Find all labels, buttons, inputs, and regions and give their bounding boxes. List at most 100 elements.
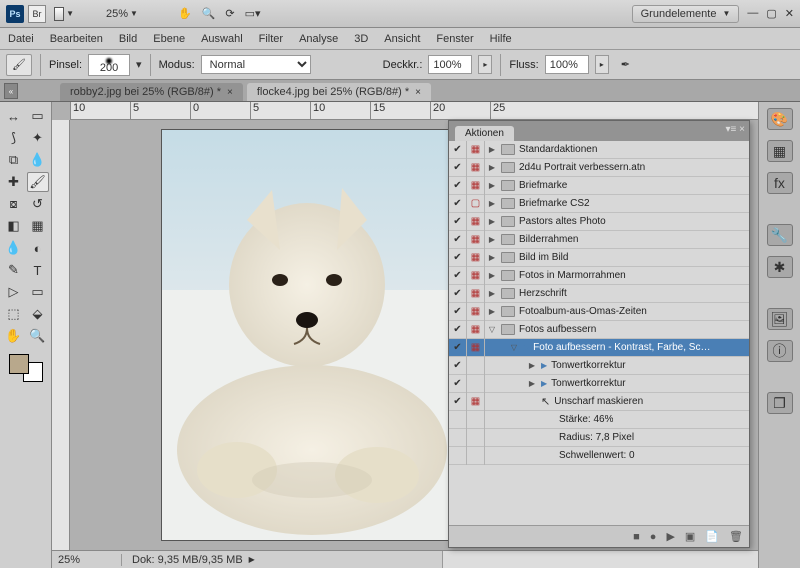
flow-field[interactable]: 100% (545, 55, 589, 74)
masks-panel-icon[interactable]: ✱ (767, 256, 793, 278)
action-row[interactable]: ✔▦▽Fotos aufbessern (449, 321, 749, 339)
eraser-tool[interactable]: ◧ (3, 216, 25, 236)
action-row[interactable]: ✔▦▶Herzschrift (449, 285, 749, 303)
toggle-checkbox[interactable] (449, 447, 467, 465)
dialog-toggle[interactable]: ▦ (467, 267, 485, 285)
record-icon[interactable]: ● (650, 531, 657, 543)
action-row[interactable]: ✔▦▶Bild im Bild (449, 249, 749, 267)
maximize-icon[interactable]: ▢ (766, 7, 776, 20)
dialog-toggle[interactable] (467, 357, 485, 375)
toggle-checkbox[interactable]: ✔ (449, 177, 467, 195)
lasso-tool[interactable]: ⟆ (3, 128, 25, 148)
expand-arrow-icon[interactable]: ▶ (487, 235, 497, 244)
crop-tool[interactable]: ⧉ (3, 150, 25, 170)
action-row[interactable]: ✔▦▶2d4u Portrait verbessern.atn (449, 159, 749, 177)
stop-record-icon[interactable]: ■ (633, 531, 640, 543)
mode-select[interactable]: Normal (201, 55, 311, 74)
brush-tool[interactable]: 🖌 (27, 172, 49, 192)
action-row[interactable]: ✔▦▽▶Foto aufbessern - Kontrast, Farbe, S… (449, 339, 749, 357)
blur-tool[interactable]: 💧 (3, 238, 25, 258)
action-row[interactable]: ✔▦▶Fotos in Marmorrahmen (449, 267, 749, 285)
dialog-toggle[interactable]: ▦ (467, 285, 485, 303)
expand-arrow-icon[interactable]: ▶ (487, 145, 497, 154)
gradient-tool[interactable]: ▦ (27, 216, 49, 236)
swatches-panel-icon[interactable]: ▦ (767, 140, 793, 162)
tab-handle[interactable]: « (4, 83, 18, 99)
expand-arrow-icon[interactable]: ▶ (487, 199, 497, 208)
close-icon[interactable]: ✕ (785, 7, 794, 20)
doc-tab-robby2[interactable]: robby2.jpg bei 25% (RGB/8#) *× (60, 83, 243, 101)
panel-menu-icon[interactable]: ▾≡ × (726, 124, 745, 135)
hand-tool[interactable]: ✋ (3, 326, 25, 346)
bridge-icon[interactable]: Br (28, 5, 46, 23)
type-tool[interactable]: T (27, 260, 49, 280)
stamp-tool[interactable]: ⧇ (3, 194, 25, 214)
menu-hilfe[interactable]: Hilfe (490, 33, 512, 45)
expand-arrow-icon[interactable]: ▶ (487, 163, 497, 172)
actions-panel-header[interactable]: Aktionen ▾≡ × (449, 121, 749, 141)
toggle-checkbox[interactable]: ✔ (449, 321, 467, 339)
dialog-toggle[interactable]: ▦ (467, 141, 485, 159)
menu-datei[interactable]: Datei (8, 33, 34, 45)
pen-tool[interactable]: ✎ (3, 260, 25, 280)
dialog-toggle[interactable]: ▦ (467, 177, 485, 195)
path-tool[interactable]: ▷ (3, 282, 25, 302)
airbrush-icon[interactable]: ✒ (621, 58, 630, 71)
adjustments-panel-icon[interactable]: 🔧 (767, 224, 793, 246)
screen-mode-icon[interactable]: ▭▾ (245, 7, 261, 20)
dialog-toggle[interactable]: ▦ (467, 303, 485, 321)
dialog-toggle[interactable] (467, 447, 485, 465)
dodge-tool[interactable]: ◐ (27, 238, 49, 258)
workspace-selector[interactable]: Grundelemente▼ (632, 5, 740, 23)
dialog-toggle[interactable] (467, 429, 485, 447)
toggle-checkbox[interactable]: ✔ (449, 249, 467, 267)
heal-tool[interactable]: ✚ (3, 172, 25, 192)
expand-arrow-icon[interactable]: ▶ (487, 271, 497, 280)
horizontal-scrollbar[interactable] (442, 551, 800, 568)
zoom-tool[interactable]: 🔍 (27, 326, 49, 346)
zoom-tool-icon[interactable]: 🔍 (202, 7, 216, 20)
action-row[interactable]: ✔▦▶Bilderrahmen (449, 231, 749, 249)
toggle-checkbox[interactable]: ✔ (449, 159, 467, 177)
expand-arrow-icon[interactable]: ▽ (509, 343, 519, 352)
dialog-toggle[interactable] (467, 411, 485, 429)
tool-preset-icon[interactable]: 🖌 (6, 54, 32, 76)
wand-tool[interactable]: ✦ (27, 128, 49, 148)
opacity-arrow[interactable]: ▸ (478, 55, 492, 74)
filmstrip-button[interactable]: ▼ (54, 5, 74, 23)
dialog-toggle[interactable]: ▢ (467, 195, 485, 213)
menu-fenster[interactable]: Fenster (436, 33, 473, 45)
3d-camera-tool[interactable]: ⬙ (27, 304, 49, 324)
action-row[interactable]: Stärke: 46% (449, 411, 749, 429)
expand-arrow-icon[interactable]: ▶ (527, 361, 537, 370)
toggle-checkbox[interactable]: ✔ (449, 231, 467, 249)
color-swatch[interactable] (9, 354, 43, 382)
menu-analyse[interactable]: Analyse (299, 33, 338, 45)
doc-tab-flocke4[interactable]: flocke4.jpg bei 25% (RGB/8#) *× (247, 83, 431, 101)
opacity-field[interactable]: 100% (428, 55, 472, 74)
marquee-tool[interactable]: ▭ (27, 106, 49, 126)
brush-preview[interactable]: 200 (88, 54, 130, 76)
action-row[interactable]: ✔▶▶Tonwertkorrektur (449, 357, 749, 375)
action-row[interactable]: ✔▦↖Unscharf maskieren (449, 393, 749, 411)
expand-arrow-icon[interactable]: ▶ (487, 217, 497, 226)
zoom-display[interactable]: 25%▼ (106, 8, 138, 20)
rotate-view-icon[interactable]: ⟳ (225, 7, 234, 20)
action-row[interactable]: ✔▶▶Tonwertkorrektur (449, 375, 749, 393)
toggle-checkbox[interactable]: ✔ (449, 339, 467, 357)
action-row[interactable]: ✔▢▶Briefmarke CS2 (449, 195, 749, 213)
new-set-icon[interactable]: ▣ (685, 530, 695, 543)
expand-arrow-icon[interactable]: ▶ (487, 181, 497, 190)
close-tab-icon[interactable]: × (415, 87, 421, 98)
delete-icon[interactable]: 🗑 (729, 530, 743, 543)
dialog-toggle[interactable]: ▦ (467, 321, 485, 339)
dialog-toggle[interactable]: ▦ (467, 249, 485, 267)
menu-ansicht[interactable]: Ansicht (384, 33, 420, 45)
shape-tool[interactable]: ▭ (27, 282, 49, 302)
toggle-checkbox[interactable]: ✔ (449, 357, 467, 375)
expand-arrow-icon[interactable]: ▶ (487, 307, 497, 316)
navigator-panel-icon[interactable]: 🖼 (767, 308, 793, 330)
history-brush-tool[interactable]: ↺ (27, 194, 49, 214)
dialog-toggle[interactable]: ▦ (467, 393, 485, 411)
action-row[interactable]: ✔▦▶Pastors altes Photo (449, 213, 749, 231)
